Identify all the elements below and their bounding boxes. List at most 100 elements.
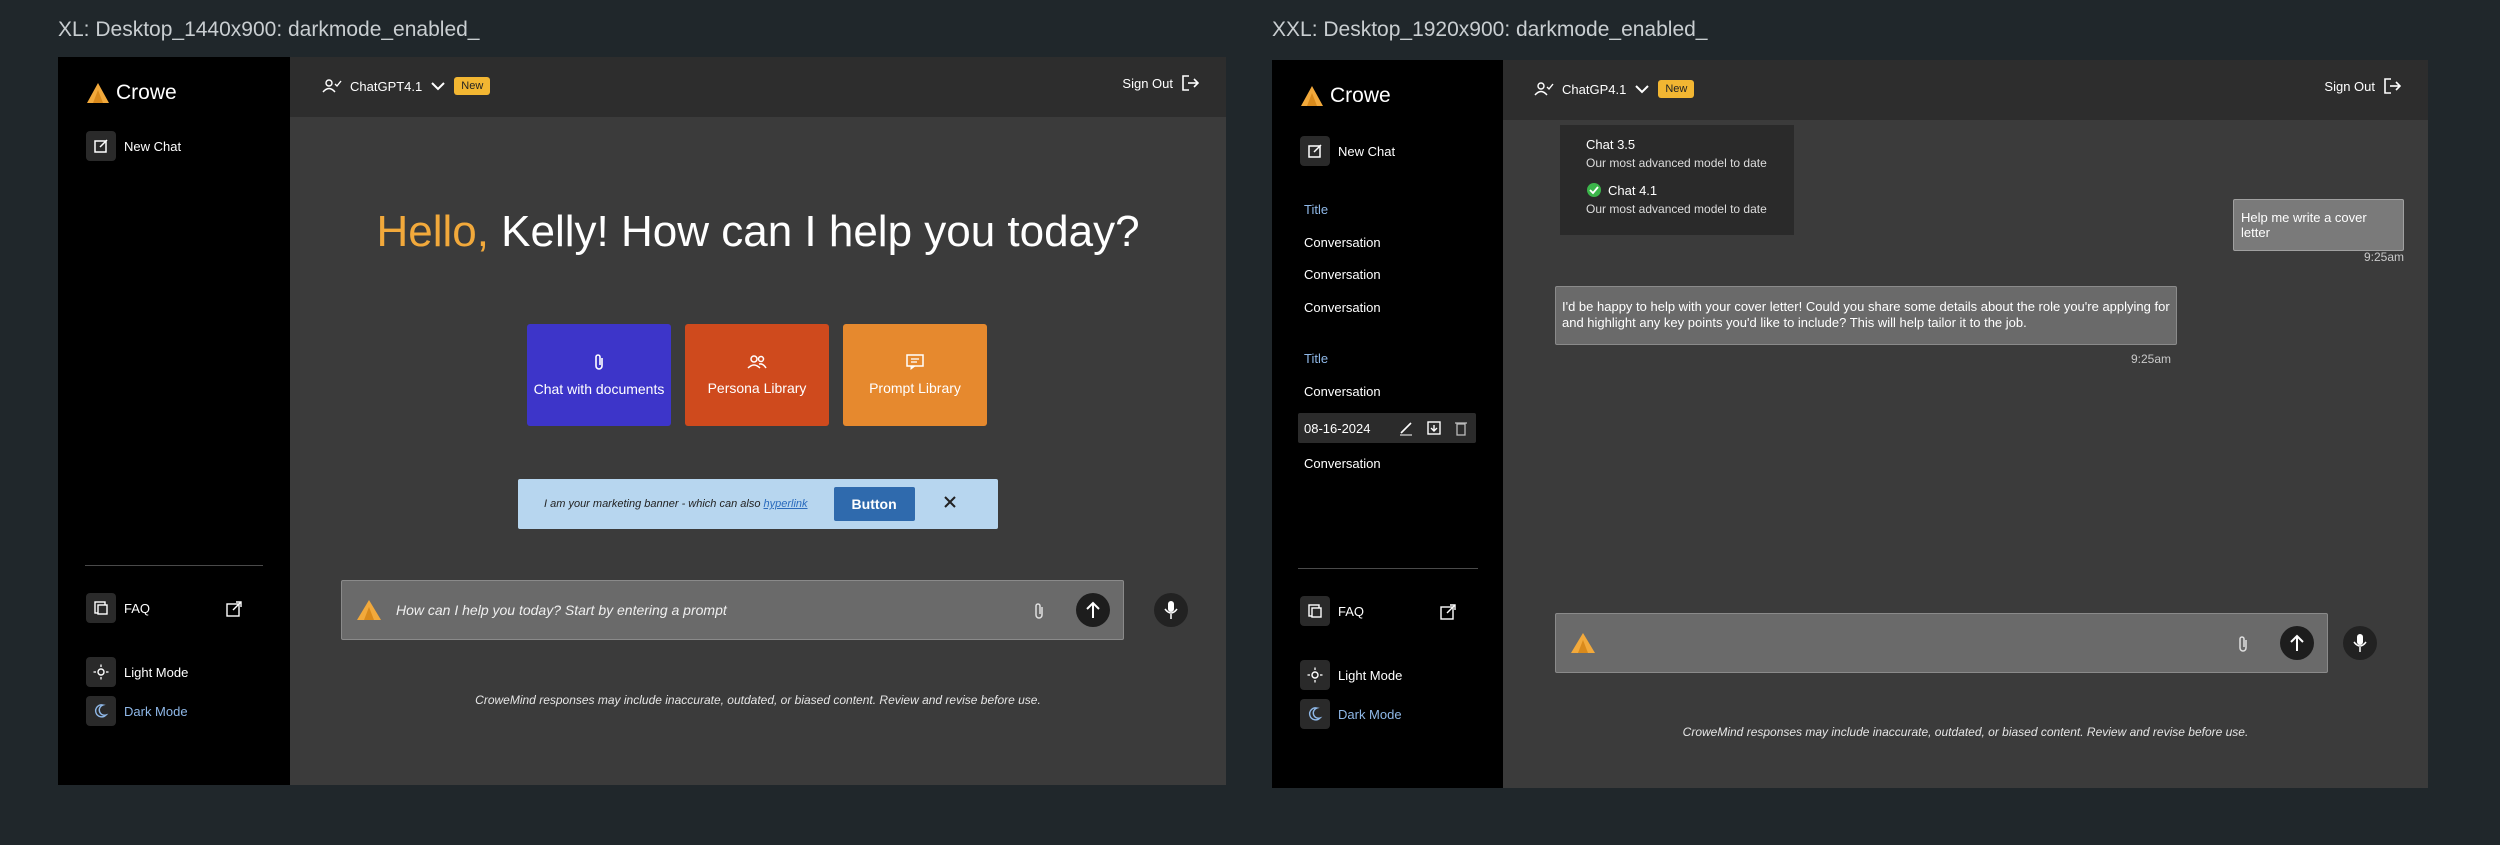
history-item[interactable]: Conversation [1304,300,1381,315]
logo-text: Crowe [1330,84,1391,107]
crowe-logo-icon [357,600,381,620]
history-section-title: Title [1304,202,1329,217]
trash-icon[interactable] [1454,420,1468,441]
assistant-message-time: 9:25am [2131,352,2172,366]
prompt-input[interactable] [1596,624,2207,664]
history-item[interactable]: Conversation [1304,456,1381,471]
sign-out-button[interactable]: Sign Out [2324,77,2401,95]
sign-out-icon [1182,75,1199,91]
user-switch-icon [1534,82,1554,96]
tile-prompt-library[interactable]: Prompt Library [843,324,987,426]
check-circle-icon [1587,183,1601,197]
history-item[interactable]: Conversation [1304,384,1381,399]
light-mode-label: Light Mode [124,664,189,680]
model-name: ChatGPT4.1 [350,78,423,94]
history-item[interactable]: Conversation [1304,235,1381,250]
frame-label-xxl: XXL: Desktop_1920x900: darkmode_enabled_ [1272,18,1708,41]
sidebar: Crowe New Chat Title Conversation Conver… [1272,60,1503,788]
tile-persona-library[interactable]: Persona Library [685,324,829,426]
sign-out-label: Sign Out [1122,75,1173,91]
archive-icon[interactable] [1426,420,1442,441]
new-chat-icon [1300,136,1330,166]
light-mode-toggle[interactable]: Light Mode [1300,660,1402,690]
new-chat-button[interactable]: New Chat [1300,136,1395,166]
marketing-banner: I am your marketing banner - which can a… [518,479,998,529]
user-switch-icon [322,79,342,93]
banner-message: I am your marketing banner - which can a… [544,498,764,510]
new-badge: New [1658,80,1695,98]
frame-label-xl: XL: Desktop_1440x900: darkmode_enabled_ [58,18,480,41]
faq-icon [1300,596,1330,626]
banner-hyperlink[interactable]: hyperlink [764,498,808,510]
sidebar-divider [1298,568,1478,569]
microphone-button[interactable] [2343,626,2377,660]
faq-link[interactable]: FAQ [1300,596,1364,626]
chevron-down-icon[interactable] [1634,84,1650,94]
dark-mode-toggle[interactable]: Dark Mode [86,696,188,726]
crowe-logo-icon [87,83,109,103]
sign-out-icon [2384,78,2401,94]
main-panel: ChatGPT4.1 New Sign Out Hello, Kelly! Ho… [290,57,1226,785]
model-option-chat-4-1[interactable]: Chat 4.1 Our most advanced model to date [1586,182,1768,217]
model-option-name: Chat 4.1 [1608,182,1658,198]
dark-mode-label: Dark Mode [124,703,188,719]
attach-icon[interactable] [1033,602,1045,625]
sun-icon [1300,660,1330,690]
new-chat-label: New Chat [124,138,182,154]
tile-label: Chat with documents [533,381,665,397]
history-item[interactable]: Conversation [1304,267,1381,282]
user-message: Help me write a cover letter [2233,199,2404,251]
send-button[interactable] [2280,626,2314,660]
prompt-input[interactable]: How can I help you today? Start by enter… [396,602,727,618]
sign-out-button[interactable]: Sign Out [1122,74,1199,92]
model-option-desc: Our most advanced model to date [1586,156,1767,170]
prompt-bar: How can I help you today? Start by enter… [341,580,1124,640]
external-link-icon[interactable] [226,601,242,622]
tile-chat-with-documents[interactable]: Chat with documents [527,324,671,426]
crowe-logo-icon [1571,633,1595,653]
banner-button[interactable]: Button [833,487,915,521]
chat-icon [906,354,924,370]
attach-icon[interactable] [2237,635,2249,658]
logo-text: Crowe [116,81,177,104]
user-message-time: 9:25am [2363,250,2404,264]
assistant-message: I'd be happy to help with your cover let… [1555,286,2177,345]
greeting-rest: Kelly! How can I help you today? [488,207,1140,256]
model-option-desc: Our most advanced model to date [1586,202,1767,216]
prompt-bar [1555,613,2328,673]
greeting-hello: Hello, [376,207,489,256]
moon-icon [1300,699,1330,729]
light-mode-toggle[interactable]: Light Mode [86,657,188,687]
chevron-down-icon[interactable] [430,81,446,91]
dark-mode-label: Dark Mode [1338,706,1402,722]
sign-out-label: Sign Out [2324,78,2375,94]
people-icon [747,355,767,369]
send-button[interactable] [1076,593,1110,627]
arrow-up-icon [2290,634,2304,651]
tile-label: Persona Library [707,380,807,396]
new-chat-label: New Chat [1338,143,1396,159]
model-selector[interactable]: ChatGPT4.1 New [322,77,491,95]
microphone-icon [2353,634,2367,652]
external-link-icon[interactable] [1440,604,1456,625]
pencil-icon[interactable] [1398,420,1414,441]
arrow-up-icon [1086,601,1100,618]
disclaimer: CroweMind responses may include inaccura… [1682,725,2249,739]
close-icon[interactable] [943,495,957,514]
faq-icon [86,593,116,623]
model-selector[interactable]: ChatGP4.1 New [1534,80,1695,98]
banner-text: I am your marketing banner - which can a… [544,498,808,510]
new-chat-button[interactable]: New Chat [86,131,181,161]
model-option-chat-3-5[interactable]: Chat 3.5 Our most advanced model to date [1586,137,1768,170]
topbar: ChatGP4.1 New Sign Out [1503,60,2428,120]
history-item-selected[interactable]: 08-16-2024 [1298,413,1476,443]
faq-label: FAQ [124,600,151,616]
paperclip-icon [595,354,603,370]
sun-icon [86,657,116,687]
faq-link[interactable]: FAQ [86,593,150,623]
microphone-button[interactable] [1154,593,1188,627]
dark-mode-toggle[interactable]: Dark Mode [1300,699,1402,729]
model-name: ChatGP4.1 [1562,81,1627,97]
microphone-icon [1164,601,1178,619]
history-section-title: Title [1304,351,1329,366]
